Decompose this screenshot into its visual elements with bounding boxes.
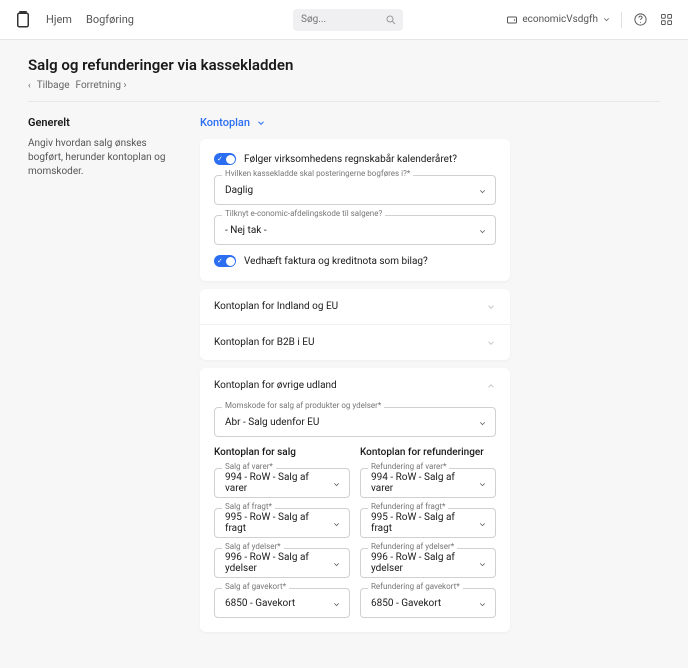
select-value: 6850 - Gavekort (225, 598, 295, 609)
chevron-down-icon (478, 227, 487, 236)
collapse-label: Kontoplan for øvrige udland (214, 380, 337, 391)
sales-services-select[interactable]: 996 - RoW - Salg af ydelser (214, 548, 350, 578)
toggle-attach-invoice-label: Vedhæft faktura og kreditnota som bilag? (244, 256, 428, 267)
toggle-fiscal-year[interactable]: ✓ (214, 153, 236, 165)
toggle-attach-invoice[interactable]: ✓ (214, 255, 236, 267)
breadcrumb-back[interactable]: Tilbage (37, 80, 70, 91)
card-general: ✓ Følger virksomhedens regnskabår kalend… (200, 139, 510, 281)
collapse-inland-eu[interactable]: Kontoplan for Indland og EU (200, 289, 510, 324)
topbar: Hjem Bogføring economicVsdgfh (0, 0, 688, 40)
collapse-label: Kontoplan for B2B i EU (214, 337, 314, 348)
chevron-up-icon (486, 381, 496, 391)
collapse-row-header[interactable]: Kontoplan for øvrige udland (200, 368, 510, 403)
card-collapsed: Kontoplan for Indland og EU Kontoplan fo… (200, 289, 510, 360)
select-value: 995 - RoW - Salg af fragt (371, 512, 471, 534)
vat-value: Abr - Salg udenfor EU (225, 417, 319, 428)
side-panel: Generelt Angiv hvordan salg ønskes bogfø… (28, 116, 178, 640)
sales-goods-label: Salg af varer* (222, 462, 276, 471)
sales-goods-select[interactable]: 994 - RoW - Salg af varer (214, 468, 350, 498)
help-icon[interactable] (632, 12, 648, 28)
select-value: 996 - RoW - Salg af ydelser (371, 552, 471, 574)
collapse-label: Kontoplan for Indland og EU (214, 301, 338, 312)
chevron-down-icon (602, 15, 611, 24)
collapse-b2b-eu[interactable]: Kontoplan for B2B i EU (200, 324, 510, 360)
search-box (293, 9, 403, 31)
sales-services-label: Salg af ydelser* (222, 542, 284, 551)
check-icon: ✓ (217, 257, 223, 265)
apps-icon[interactable] (658, 12, 674, 28)
toggle-fiscal-year-label: Følger virksomhedens regnskabår kalender… (244, 154, 457, 165)
dept-select[interactable]: - Nej tak - (214, 215, 496, 245)
chevron-down-icon (478, 600, 487, 609)
dept-label: Tilknyt e-conomic-afdelingskode til salg… (222, 209, 385, 218)
select-value: 996 - RoW - Salg af ydelser (225, 552, 325, 574)
refund-giftcard-label: Refundering af gavekort* (368, 582, 463, 591)
chevron-down-icon (486, 302, 496, 312)
refund-services-select[interactable]: 996 - RoW - Salg af ydelser (360, 548, 496, 578)
dept-value: - Nej tak - (225, 225, 267, 236)
chevron-down-icon (332, 600, 341, 609)
chevron-left-icon: ‹ (28, 81, 31, 91)
account-switcher[interactable]: economicVsdgfh (506, 14, 611, 26)
page-title: Salg og refunderinger via kassekladden (28, 56, 660, 74)
sales-heading: Kontoplan for salg (214, 447, 350, 458)
journal-select[interactable]: Daglig (214, 175, 496, 205)
select-value: 994 - RoW - Salg af varer (371, 472, 471, 494)
chevron-down-icon (478, 560, 487, 569)
side-heading: Generelt (28, 116, 178, 129)
sales-freight-label: Salg af fragt* (222, 502, 275, 511)
journal-value: Daglig (225, 185, 253, 196)
tab-kontoplan[interactable]: Kontoplan (200, 116, 250, 129)
chevron-down-icon (332, 480, 341, 489)
topbar-right: economicVsdgfh (506, 12, 674, 28)
chevron-down-icon (478, 419, 487, 428)
sales-freight-select[interactable]: 995 - RoW - Salg af fragt (214, 508, 350, 538)
wallet-icon (506, 14, 518, 26)
chevron-down-icon (256, 118, 266, 128)
sales-giftcard-label: Salg af gavekort* (222, 582, 289, 591)
refund-services-label: Refundering af ydelser* (368, 542, 457, 551)
nav-home[interactable]: Hjem (46, 13, 72, 26)
app-logo-icon (14, 11, 32, 29)
chevron-down-icon (478, 520, 487, 529)
select-value: 994 - RoW - Salg af varer (225, 472, 325, 494)
chevron-down-icon (332, 520, 341, 529)
divider (621, 12, 622, 28)
breadcrumb-item[interactable]: Forretning › (76, 80, 127, 91)
refund-heading: Kontoplan for refunderinger (360, 447, 496, 458)
select-value: 995 - RoW - Salg af fragt (225, 512, 325, 534)
account-name: economicVsdgfh (522, 14, 598, 25)
refund-freight-select[interactable]: 995 - RoW - Salg af fragt (360, 508, 496, 538)
card-rest-of-world: Kontoplan for øvrige udland Momskode for… (200, 368, 510, 632)
breadcrumb: ‹ Tilbage Forretning › (28, 80, 660, 91)
refund-goods-label: Refundering af varer* (368, 462, 449, 471)
nav-bookkeeping[interactable]: Bogføring (86, 13, 134, 26)
refund-freight-label: Refundering af fragt* (368, 502, 448, 511)
chevron-down-icon (486, 338, 496, 348)
check-icon: ✓ (217, 155, 223, 163)
select-value: 6850 - Gavekort (371, 598, 441, 609)
refund-goods-select[interactable]: 994 - RoW - Salg af varer (360, 468, 496, 498)
chevron-down-icon (478, 187, 487, 196)
refund-giftcard-select[interactable]: 6850 - Gavekort (360, 588, 496, 618)
divider (28, 101, 660, 102)
sales-giftcard-select[interactable]: 6850 - Gavekort (214, 588, 350, 618)
side-desc: Angiv hvordan salg ønskes bogført, herun… (28, 137, 178, 179)
vat-label: Momskode for salg af produkter og ydelse… (222, 401, 384, 410)
chevron-down-icon (332, 560, 341, 569)
chevron-down-icon (478, 480, 487, 489)
vat-select[interactable]: Abr - Salg udenfor EU (214, 407, 496, 437)
journal-label: Hvilken kassekladde skal posteringerne b… (222, 169, 413, 178)
search-icon (385, 14, 397, 26)
